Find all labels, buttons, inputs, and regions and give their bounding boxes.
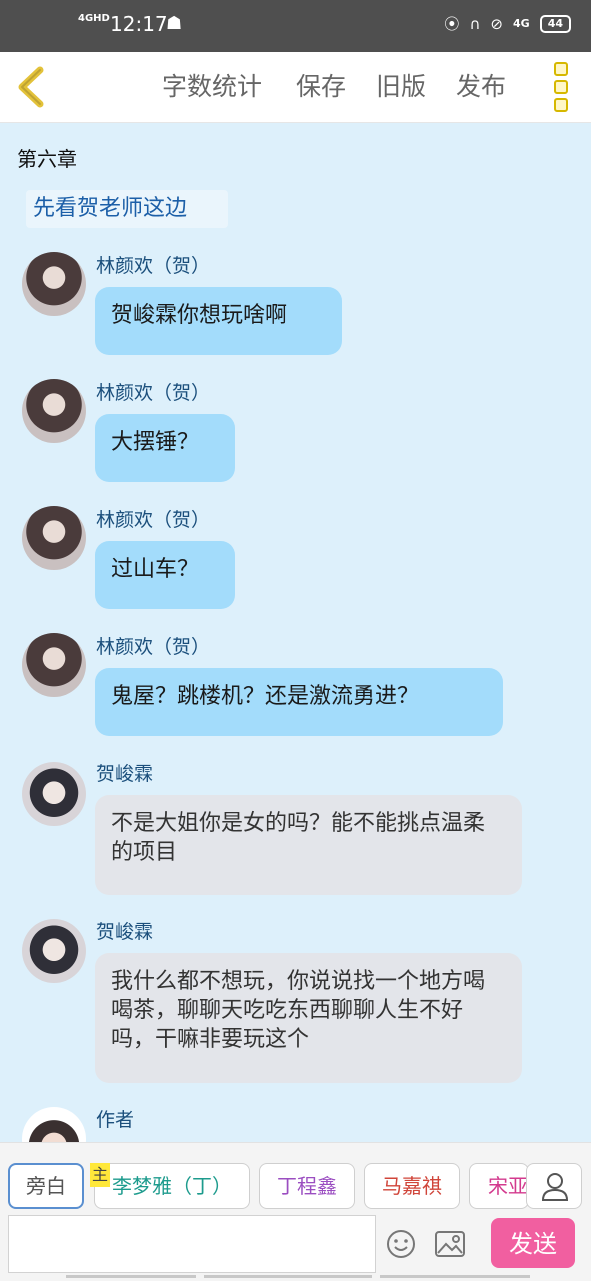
clock: 12:17: [110, 12, 168, 36]
narration-bubble[interactable]: 先看贺老师这边: [26, 190, 228, 228]
mute-icon: ⊘: [490, 15, 503, 33]
speaker-name: 作者: [96, 1109, 135, 1131]
narration-role-chip[interactable]: 旁白: [8, 1163, 84, 1209]
message-bubble[interactable]: 不是大姐你是女的吗？能不能挑点温柔的项目: [95, 795, 522, 895]
old-version-button[interactable]: 旧版: [376, 72, 426, 102]
speaker-name: 贺峻霖: [96, 921, 154, 943]
qq-notification-icon: ☗: [166, 13, 183, 34]
network-indicator: 4GHD: [78, 13, 110, 24]
character-chip[interactable]: 李梦雅（丁）: [94, 1163, 250, 1209]
avatar[interactable]: [22, 1107, 86, 1142]
message-bubble[interactable]: 我什么都不想玩，你说说找一个地方喝喝茶，聊聊天吃吃东西聊聊人生不好吗，干嘛非要玩…: [95, 953, 522, 1083]
chapter-title: 第六章: [17, 147, 77, 171]
speaker-name: 贺峻霖: [96, 763, 154, 785]
avatar[interactable]: [22, 379, 86, 443]
chat-area[interactable]: 第六章 先看贺老师这边 林颜欢（贺） 贺峻霖你想玩啥啊 林颜欢（贺） 大摆锤？ …: [0, 122, 591, 1142]
word-count-button[interactable]: 字数统计: [162, 72, 262, 102]
top-toolbar: 字数统计 保存 旧版 发布: [0, 52, 591, 123]
compose-bar: 旁白 主 李梦雅（丁） 丁程鑫 马嘉祺 宋亚 发送: [0, 1142, 591, 1281]
message-bubble[interactable]: 过山车？: [95, 541, 235, 609]
avatar[interactable]: [22, 633, 86, 697]
avatar[interactable]: [22, 919, 86, 983]
user-icon: [541, 1173, 569, 1201]
emoji-icon[interactable]: [386, 1229, 416, 1259]
status-icons: ⦿ ∩ ⊘ 4G 44: [444, 14, 571, 34]
add-character-button[interactable]: [526, 1163, 582, 1209]
image-icon[interactable]: [434, 1229, 466, 1259]
message-bubble[interactable]: 鬼屋？跳楼机？还是激流勇进？: [95, 668, 503, 736]
scroll-indicator: [204, 1275, 372, 1278]
cell-signal: 4G: [513, 17, 530, 30]
avatar[interactable]: [22, 762, 86, 826]
speaker-name: 林颜欢（贺）: [96, 636, 211, 658]
send-button[interactable]: 发送: [491, 1218, 575, 1268]
character-chip[interactable]: 宋亚: [469, 1163, 529, 1209]
message-bubble[interactable]: 贺峻霖你想玩啥啊: [95, 287, 342, 355]
publish-button[interactable]: 发布: [456, 72, 506, 102]
more-menu-icon[interactable]: [550, 62, 572, 112]
main-role-badge: 主: [90, 1163, 110, 1187]
speaker-name: 林颜欢（贺）: [96, 509, 211, 531]
avatar[interactable]: [22, 252, 86, 316]
status-bar: 4GHD 12:17 ☗ ⦿ ∩ ⊘ 4G 44: [0, 0, 591, 52]
back-arrow-icon[interactable]: [14, 66, 50, 108]
character-chip[interactable]: 马嘉祺: [364, 1163, 460, 1209]
location-icon: ⦿: [444, 15, 460, 33]
battery-indicator: 44: [539, 15, 571, 33]
message-input[interactable]: [8, 1215, 376, 1273]
scroll-indicator: [66, 1275, 196, 1278]
speaker-name: 林颜欢（贺）: [96, 255, 211, 277]
speaker-name: 林颜欢（贺）: [96, 382, 211, 404]
avatar[interactable]: [22, 506, 86, 570]
headphones-icon: ∩: [469, 15, 481, 33]
character-chip[interactable]: 丁程鑫: [259, 1163, 355, 1209]
save-button[interactable]: 保存: [296, 72, 346, 102]
message-bubble[interactable]: 大摆锤？: [95, 414, 235, 482]
scroll-indicator: [380, 1275, 530, 1278]
